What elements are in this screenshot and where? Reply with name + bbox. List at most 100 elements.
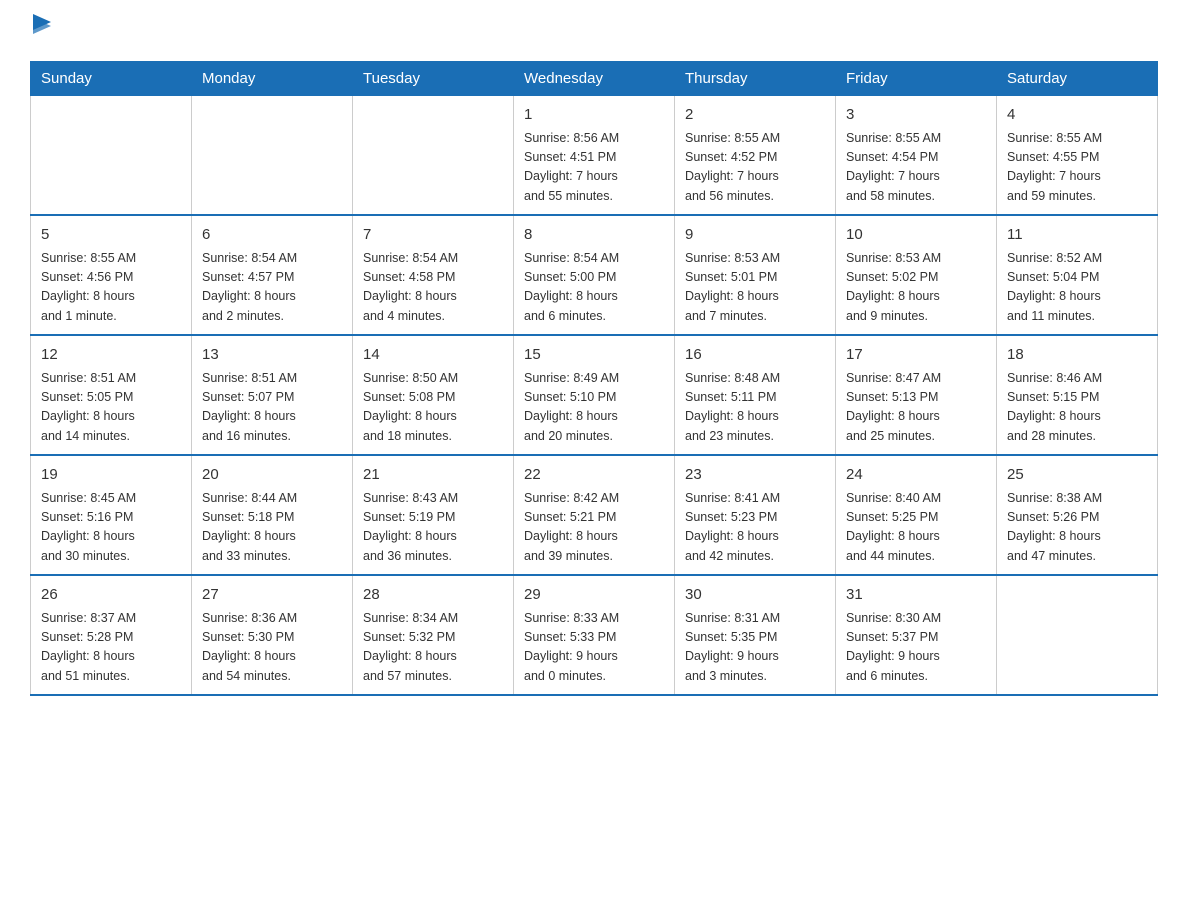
day-info: Sunrise: 8:38 AM Sunset: 5:26 PM Dayligh… bbox=[1007, 489, 1147, 567]
day-info: Sunrise: 8:53 AM Sunset: 5:02 PM Dayligh… bbox=[846, 249, 986, 327]
calendar-cell: 29Sunrise: 8:33 AM Sunset: 5:33 PM Dayli… bbox=[514, 575, 675, 695]
calendar-week-5: 26Sunrise: 8:37 AM Sunset: 5:28 PM Dayli… bbox=[31, 575, 1158, 695]
day-info: Sunrise: 8:54 AM Sunset: 4:58 PM Dayligh… bbox=[363, 249, 503, 327]
calendar-cell: 5Sunrise: 8:55 AM Sunset: 4:56 PM Daylig… bbox=[31, 215, 192, 335]
day-of-week-tuesday: Tuesday bbox=[353, 62, 514, 96]
day-number: 3 bbox=[846, 104, 986, 127]
day-number: 12 bbox=[41, 344, 181, 367]
day-number: 28 bbox=[363, 584, 503, 607]
calendar-cell: 6Sunrise: 8:54 AM Sunset: 4:57 PM Daylig… bbox=[192, 215, 353, 335]
calendar-cell: 14Sunrise: 8:50 AM Sunset: 5:08 PM Dayli… bbox=[353, 335, 514, 455]
day-number: 13 bbox=[202, 344, 342, 367]
day-info: Sunrise: 8:49 AM Sunset: 5:10 PM Dayligh… bbox=[524, 369, 664, 447]
day-number: 26 bbox=[41, 584, 181, 607]
day-number: 30 bbox=[685, 584, 825, 607]
day-of-week-saturday: Saturday bbox=[997, 62, 1158, 96]
calendar-cell: 26Sunrise: 8:37 AM Sunset: 5:28 PM Dayli… bbox=[31, 575, 192, 695]
logo bbox=[30, 20, 51, 43]
day-info: Sunrise: 8:33 AM Sunset: 5:33 PM Dayligh… bbox=[524, 609, 664, 687]
calendar-cell: 19Sunrise: 8:45 AM Sunset: 5:16 PM Dayli… bbox=[31, 455, 192, 575]
day-number: 22 bbox=[524, 464, 664, 487]
day-number: 1 bbox=[524, 104, 664, 127]
day-info: Sunrise: 8:55 AM Sunset: 4:55 PM Dayligh… bbox=[1007, 129, 1147, 207]
day-info: Sunrise: 8:37 AM Sunset: 5:28 PM Dayligh… bbox=[41, 609, 181, 687]
day-info: Sunrise: 8:42 AM Sunset: 5:21 PM Dayligh… bbox=[524, 489, 664, 567]
day-of-week-friday: Friday bbox=[836, 62, 997, 96]
calendar-cell: 10Sunrise: 8:53 AM Sunset: 5:02 PM Dayli… bbox=[836, 215, 997, 335]
day-number: 4 bbox=[1007, 104, 1147, 127]
day-info: Sunrise: 8:43 AM Sunset: 5:19 PM Dayligh… bbox=[363, 489, 503, 567]
calendar-cell: 21Sunrise: 8:43 AM Sunset: 5:19 PM Dayli… bbox=[353, 455, 514, 575]
calendar-cell bbox=[192, 96, 353, 216]
day-info: Sunrise: 8:44 AM Sunset: 5:18 PM Dayligh… bbox=[202, 489, 342, 567]
calendar-cell: 28Sunrise: 8:34 AM Sunset: 5:32 PM Dayli… bbox=[353, 575, 514, 695]
day-info: Sunrise: 8:30 AM Sunset: 5:37 PM Dayligh… bbox=[846, 609, 986, 687]
calendar-cell: 4Sunrise: 8:55 AM Sunset: 4:55 PM Daylig… bbox=[997, 96, 1158, 216]
day-info: Sunrise: 8:40 AM Sunset: 5:25 PM Dayligh… bbox=[846, 489, 986, 567]
day-number: 11 bbox=[1007, 224, 1147, 247]
day-info: Sunrise: 8:36 AM Sunset: 5:30 PM Dayligh… bbox=[202, 609, 342, 687]
calendar-cell: 30Sunrise: 8:31 AM Sunset: 5:35 PM Dayli… bbox=[675, 575, 836, 695]
calendar-cell: 24Sunrise: 8:40 AM Sunset: 5:25 PM Dayli… bbox=[836, 455, 997, 575]
day-number: 14 bbox=[363, 344, 503, 367]
calendar-cell: 31Sunrise: 8:30 AM Sunset: 5:37 PM Dayli… bbox=[836, 575, 997, 695]
calendar-cell: 7Sunrise: 8:54 AM Sunset: 4:58 PM Daylig… bbox=[353, 215, 514, 335]
day-number: 15 bbox=[524, 344, 664, 367]
calendar-cell: 16Sunrise: 8:48 AM Sunset: 5:11 PM Dayli… bbox=[675, 335, 836, 455]
calendar-cell: 11Sunrise: 8:52 AM Sunset: 5:04 PM Dayli… bbox=[997, 215, 1158, 335]
calendar-cell: 18Sunrise: 8:46 AM Sunset: 5:15 PM Dayli… bbox=[997, 335, 1158, 455]
calendar-cell bbox=[31, 96, 192, 216]
day-info: Sunrise: 8:45 AM Sunset: 5:16 PM Dayligh… bbox=[41, 489, 181, 567]
day-number: 8 bbox=[524, 224, 664, 247]
day-of-week-thursday: Thursday bbox=[675, 62, 836, 96]
day-of-week-sunday: Sunday bbox=[31, 62, 192, 96]
day-info: Sunrise: 8:50 AM Sunset: 5:08 PM Dayligh… bbox=[363, 369, 503, 447]
day-of-week-monday: Monday bbox=[192, 62, 353, 96]
calendar-cell bbox=[997, 575, 1158, 695]
calendar-cell: 23Sunrise: 8:41 AM Sunset: 5:23 PM Dayli… bbox=[675, 455, 836, 575]
day-number: 27 bbox=[202, 584, 342, 607]
calendar-week-3: 12Sunrise: 8:51 AM Sunset: 5:05 PM Dayli… bbox=[31, 335, 1158, 455]
day-number: 2 bbox=[685, 104, 825, 127]
calendar-cell: 8Sunrise: 8:54 AM Sunset: 5:00 PM Daylig… bbox=[514, 215, 675, 335]
day-number: 19 bbox=[41, 464, 181, 487]
day-info: Sunrise: 8:54 AM Sunset: 4:57 PM Dayligh… bbox=[202, 249, 342, 327]
calendar-header-row: SundayMondayTuesdayWednesdayThursdayFrid… bbox=[31, 62, 1158, 96]
calendar-cell: 27Sunrise: 8:36 AM Sunset: 5:30 PM Dayli… bbox=[192, 575, 353, 695]
calendar-cell: 12Sunrise: 8:51 AM Sunset: 5:05 PM Dayli… bbox=[31, 335, 192, 455]
day-info: Sunrise: 8:55 AM Sunset: 4:56 PM Dayligh… bbox=[41, 249, 181, 327]
calendar-cell: 13Sunrise: 8:51 AM Sunset: 5:07 PM Dayli… bbox=[192, 335, 353, 455]
day-info: Sunrise: 8:55 AM Sunset: 4:52 PM Dayligh… bbox=[685, 129, 825, 207]
calendar-week-2: 5Sunrise: 8:55 AM Sunset: 4:56 PM Daylig… bbox=[31, 215, 1158, 335]
day-number: 23 bbox=[685, 464, 825, 487]
day-info: Sunrise: 8:55 AM Sunset: 4:54 PM Dayligh… bbox=[846, 129, 986, 207]
calendar-cell: 9Sunrise: 8:53 AM Sunset: 5:01 PM Daylig… bbox=[675, 215, 836, 335]
day-number: 5 bbox=[41, 224, 181, 247]
day-info: Sunrise: 8:41 AM Sunset: 5:23 PM Dayligh… bbox=[685, 489, 825, 567]
calendar-cell: 1Sunrise: 8:56 AM Sunset: 4:51 PM Daylig… bbox=[514, 96, 675, 216]
day-info: Sunrise: 8:34 AM Sunset: 5:32 PM Dayligh… bbox=[363, 609, 503, 687]
day-number: 6 bbox=[202, 224, 342, 247]
day-number: 24 bbox=[846, 464, 986, 487]
day-number: 10 bbox=[846, 224, 986, 247]
day-number: 17 bbox=[846, 344, 986, 367]
day-of-week-wednesday: Wednesday bbox=[514, 62, 675, 96]
calendar-cell: 22Sunrise: 8:42 AM Sunset: 5:21 PM Dayli… bbox=[514, 455, 675, 575]
calendar-cell bbox=[353, 96, 514, 216]
calendar-cell: 3Sunrise: 8:55 AM Sunset: 4:54 PM Daylig… bbox=[836, 96, 997, 216]
day-info: Sunrise: 8:46 AM Sunset: 5:15 PM Dayligh… bbox=[1007, 369, 1147, 447]
day-info: Sunrise: 8:56 AM Sunset: 4:51 PM Dayligh… bbox=[524, 129, 664, 207]
day-number: 7 bbox=[363, 224, 503, 247]
calendar-cell: 2Sunrise: 8:55 AM Sunset: 4:52 PM Daylig… bbox=[675, 96, 836, 216]
day-number: 20 bbox=[202, 464, 342, 487]
calendar-cell: 20Sunrise: 8:44 AM Sunset: 5:18 PM Dayli… bbox=[192, 455, 353, 575]
day-number: 29 bbox=[524, 584, 664, 607]
calendar-week-1: 1Sunrise: 8:56 AM Sunset: 4:51 PM Daylig… bbox=[31, 96, 1158, 216]
day-info: Sunrise: 8:31 AM Sunset: 5:35 PM Dayligh… bbox=[685, 609, 825, 687]
day-info: Sunrise: 8:53 AM Sunset: 5:01 PM Dayligh… bbox=[685, 249, 825, 327]
calendar-cell: 15Sunrise: 8:49 AM Sunset: 5:10 PM Dayli… bbox=[514, 335, 675, 455]
day-number: 9 bbox=[685, 224, 825, 247]
calendar-cell: 17Sunrise: 8:47 AM Sunset: 5:13 PM Dayli… bbox=[836, 335, 997, 455]
calendar-week-4: 19Sunrise: 8:45 AM Sunset: 5:16 PM Dayli… bbox=[31, 455, 1158, 575]
day-number: 18 bbox=[1007, 344, 1147, 367]
